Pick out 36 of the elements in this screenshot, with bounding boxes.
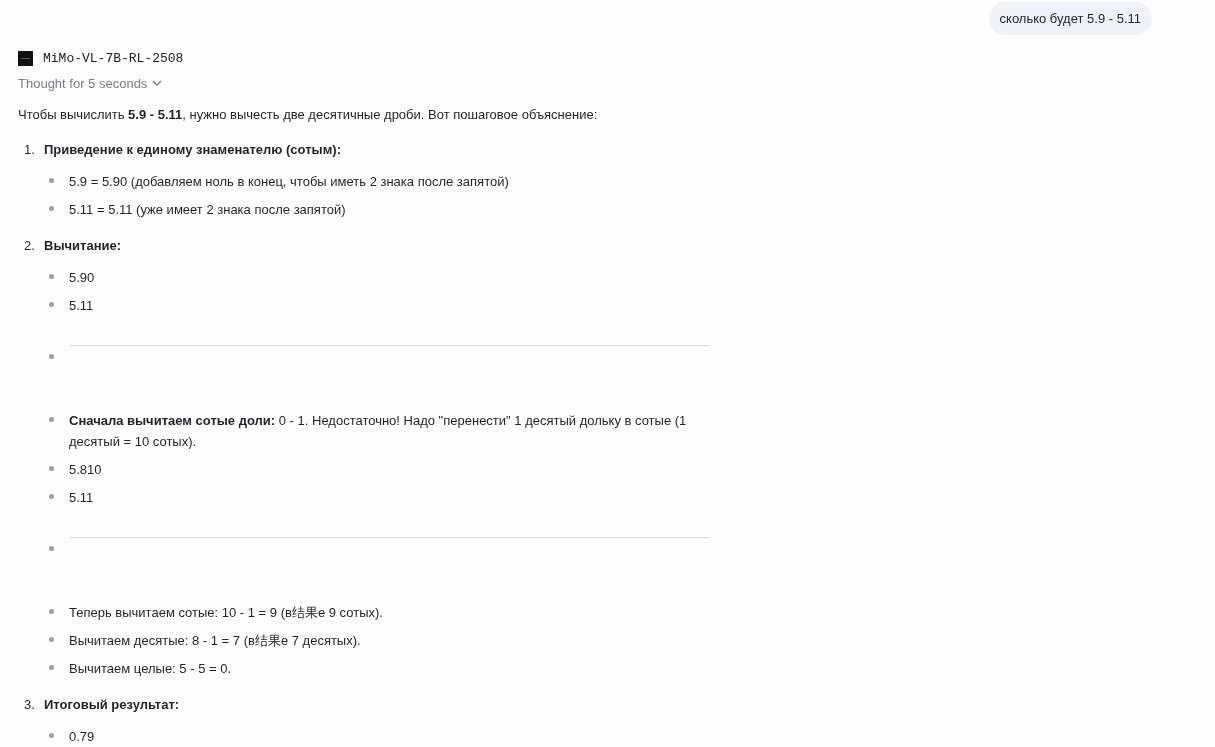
bullet-dot (49, 546, 54, 551)
step-number: 3. (23, 696, 36, 712)
bullet-dot (49, 637, 54, 642)
list-item-text: 5.90 (69, 269, 95, 287)
step-number: 1. (23, 141, 36, 157)
list-item-text: Вычитаем десятые: 8 - 1 = 7 (в结果е 7 десятых). (69, 632, 361, 650)
step-title: Приведение к единому знаменателю (сотым): (44, 141, 341, 157)
list-item-text: 5.810 (69, 461, 102, 479)
thought-toggle[interactable]: Thought for 5 seconds (18, 73, 163, 93)
user-message: сколько будет 5.9 - 5.11 (988, 2, 1152, 35)
list-item-text: 0.79 (69, 728, 95, 746)
bullet-dot (49, 609, 54, 614)
list-item-text: Вычитаем целые: 5 - 5 = 0. (69, 660, 232, 678)
bullet-dot (49, 302, 54, 307)
model-logo-icon (18, 51, 33, 67)
list-item-text: 5.9 = 5.90 (добавляем ноль в конец, чтобы иметь 2 знака после запятой) (69, 173, 509, 191)
bullet-dot (49, 466, 54, 471)
step-number: 2. (23, 237, 36, 253)
list-item-text: Теперь вычитаем сотые: 10 - 1 = 9 (в结果е 9 сотых). (69, 604, 383, 622)
step-title: Вычитание: (44, 237, 122, 253)
bullet-dot (49, 665, 54, 670)
list-item-text: 5.11 = 5.11 (уже имеет 2 знака после запятой) (69, 201, 346, 219)
bullet-dot (49, 354, 54, 359)
bullet-dot (49, 417, 54, 422)
chevron-icon (152, 80, 163, 87)
model-name: MiMo-VL-7B-RL-2508 (43, 51, 184, 67)
intro-paragraph: Чтобы вычислить 5.9 - 5.11, нужно вычесть две десятичные дроби. Вот пошаговое объяснение: (18, 106, 599, 124)
list-item-text: Сначала вычитаем сотые доли: 0 - 1. Недостаточно! Надо "перенести" 1 десятый дольку в сотые (1 десятый = 10 сотых). (69, 412, 688, 451)
bullet-dot (49, 274, 54, 279)
bullet-dot (49, 206, 54, 211)
bullet-dot (49, 494, 54, 499)
list-item-text: 5.11 (69, 297, 94, 315)
bullet-dot (49, 178, 54, 183)
bullet-dot (49, 733, 54, 738)
step-title: Итоговый результат: (44, 696, 180, 712)
list-item-text: 5.11 (69, 489, 94, 507)
